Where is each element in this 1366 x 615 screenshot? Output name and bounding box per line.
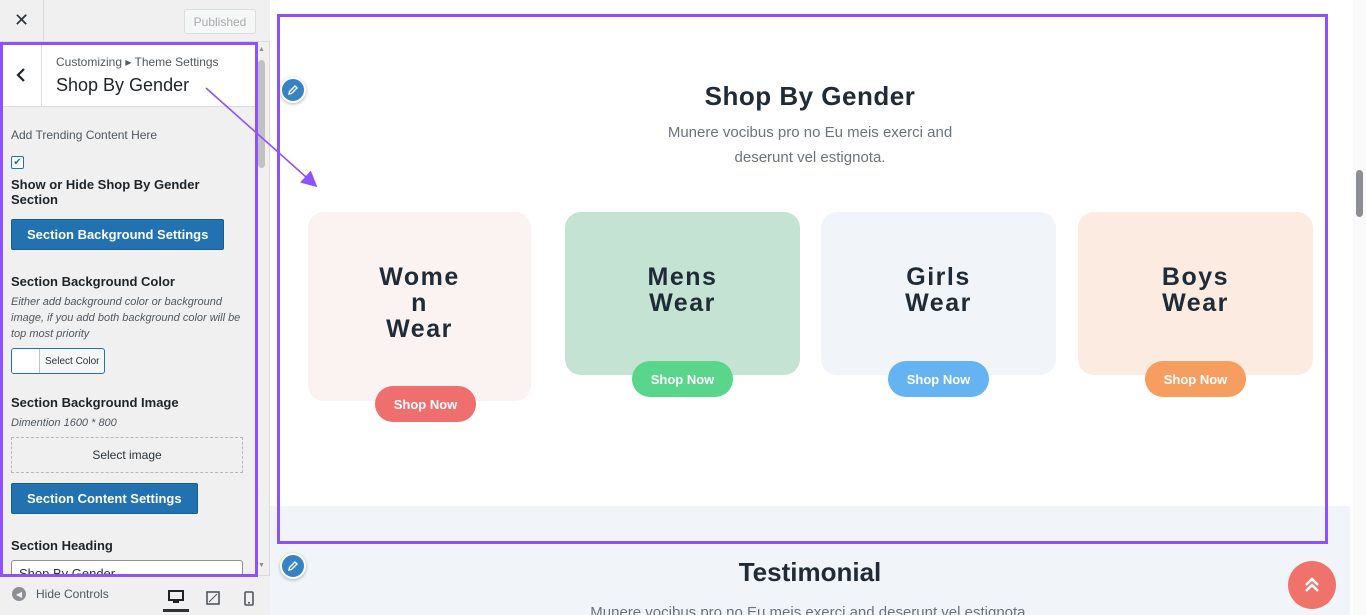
category-card-boys[interactable]: Boys Wear xyxy=(1078,212,1313,375)
scroll-down-icon[interactable]: ▼ xyxy=(258,562,265,569)
collapse-icon: ◀ xyxy=(12,587,26,601)
card-title: Boys Wear xyxy=(1161,263,1230,317)
shop-now-button[interactable]: Shop Now xyxy=(888,361,989,397)
check-icon: ✔ xyxy=(13,157,22,168)
edit-shortcut-pencil-icon[interactable] xyxy=(280,77,306,103)
controls-list: Add Trending Content Here ✔ Show or Hide… xyxy=(11,128,243,575)
bg-image-help: Dimention 1600 * 800 xyxy=(11,417,117,429)
shop-now-button[interactable]: Shop Now xyxy=(375,386,476,422)
shop-now-button[interactable]: Shop Now xyxy=(1145,361,1246,397)
preview-scrollbar[interactable] xyxy=(1353,0,1366,615)
mobile-preview-icon[interactable] xyxy=(236,584,262,612)
testimonial-section: Testimonial Munere vocibus pro no Eu mei… xyxy=(270,506,1350,615)
background-settings-button[interactable]: Section Background Settings xyxy=(11,219,225,250)
double-chevron-up-icon xyxy=(1305,577,1319,592)
show-hide-label: Show or Hide Shop By Gender Section xyxy=(11,177,200,207)
select-image-button[interactable]: Select image xyxy=(11,437,243,473)
scroll-to-top-button[interactable] xyxy=(1288,561,1336,609)
card-title: Wome n Wear xyxy=(379,263,460,343)
show-hide-checkbox[interactable]: ✔ xyxy=(11,156,24,169)
scroll-up-icon[interactable]: ▲ xyxy=(258,46,265,53)
category-card-women[interactable]: Wome n Wear xyxy=(308,212,531,401)
card-title: Mens Wear xyxy=(647,263,718,317)
sidebar-header: ✕ Published xyxy=(0,0,270,42)
bg-color-help: Either add background color or backgroun… xyxy=(11,296,241,340)
trending-description: Add Trending Content Here xyxy=(11,128,158,142)
shop-by-gender-section: Shop By Gender Munere vocibus pro no Eu … xyxy=(270,0,1350,506)
select-color-label: Select Color xyxy=(45,355,100,367)
back-icon[interactable] xyxy=(0,42,42,107)
section-heading-input[interactable]: Shop By Gender xyxy=(11,560,243,575)
preview-scroll-thumb[interactable] xyxy=(1356,170,1363,217)
hide-controls-button[interactable]: ◀ Hide Controls xyxy=(12,587,109,601)
panel-title: Shop By Gender xyxy=(56,75,190,95)
sidebar-scroll-thumb[interactable] xyxy=(258,60,265,168)
color-swatch xyxy=(12,349,40,373)
shop-now-button[interactable]: Shop Now xyxy=(632,361,733,397)
hide-controls-label: Hide Controls xyxy=(36,587,109,601)
content-settings-button[interactable]: Section Content Settings xyxy=(11,483,198,514)
close-icon[interactable]: ✕ xyxy=(0,0,44,41)
customizer-sidebar: ✕ Published Customizing ▸ Theme Settings… xyxy=(0,0,270,615)
gender-section-title: Shop By Gender xyxy=(704,81,916,111)
tablet-preview-icon[interactable] xyxy=(200,584,226,612)
bg-color-label: Section Background Color xyxy=(11,274,175,289)
testimonial-subtitle: Munere vocibus pro no Eu meis exerci and… xyxy=(590,604,1030,615)
desktop-preview-icon[interactable] xyxy=(163,584,189,612)
select-color-button[interactable]: Select Color xyxy=(11,348,105,374)
sidebar-footer: ◀ Hide Controls xyxy=(0,575,270,615)
site-preview: Shop By Gender Munere vocibus pro no Eu … xyxy=(270,0,1366,615)
panel-header: Customizing ▸ Theme Settings Shop By Gen… xyxy=(0,42,256,107)
section-heading-label: Section Heading xyxy=(11,538,113,553)
sidebar-scrollbar[interactable]: ▲ ▼ xyxy=(256,42,268,575)
card-title: Girls Wear xyxy=(905,263,972,317)
breadcrumb: Customizing ▸ Theme Settings xyxy=(56,55,219,69)
category-card-mens[interactable]: Mens Wear xyxy=(565,212,800,375)
testimonial-title: Testimonial xyxy=(738,557,882,587)
bg-image-label: Section Background Image xyxy=(11,395,179,410)
section-panel: Customizing ▸ Theme Settings Shop By Gen… xyxy=(0,42,256,575)
category-card-girls[interactable]: Girls Wear xyxy=(821,212,1056,375)
gender-section-subtitle: Munere vocibus pro no Eu meis exerci and… xyxy=(667,124,953,166)
published-button[interactable]: Published xyxy=(184,9,256,34)
edit-shortcut-pencil-icon[interactable] xyxy=(280,553,306,579)
